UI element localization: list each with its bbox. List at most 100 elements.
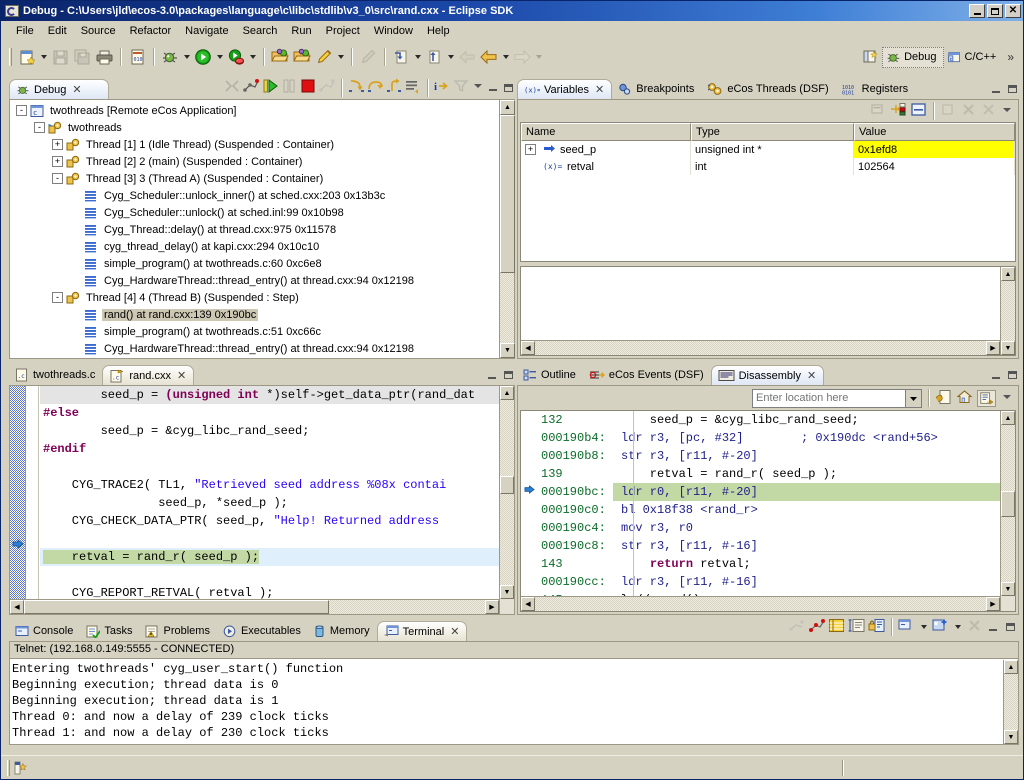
show-source-icon[interactable]	[935, 389, 952, 408]
toggle-command-input-icon[interactable]	[848, 618, 865, 636]
tab-variables-close-icon[interactable]: ✕	[595, 83, 604, 96]
scroll-track[interactable]	[1001, 281, 1015, 341]
disassembly-line[interactable]: 132 seed_p = &cyg_libc_rand_seed;	[521, 411, 1000, 429]
scroll-up-button[interactable]: ▲	[500, 100, 515, 115]
tab-rand-cxx[interactable]: .c rand.cxx ✕	[102, 365, 195, 385]
scroll-lock-icon[interactable]	[868, 618, 885, 636]
resume-icon[interactable]	[261, 78, 279, 97]
open-type-icon[interactable]	[291, 46, 313, 68]
scroll-up-button[interactable]: ▲	[1004, 660, 1018, 674]
perspective-cpp[interactable]: c C/C++	[944, 48, 1003, 67]
step-into-icon[interactable]	[347, 78, 365, 97]
menu-item-help[interactable]: Help	[420, 23, 457, 39]
tab-variables[interactable]: (x)= Variables ✕	[517, 79, 613, 99]
terminal-output[interactable]: Entering twothreads' cyg_user_start() fu…	[10, 660, 1003, 744]
editor-gutter[interactable]	[10, 386, 26, 614]
debug-tree-row[interactable]: - c twothreads [Remote eCos Application]	[12, 102, 499, 119]
maximize-button[interactable]	[987, 4, 1003, 18]
menu-item-window[interactable]: Window	[367, 23, 420, 39]
scroll-thumb[interactable]	[24, 600, 329, 614]
debug-tree-row[interactable]: simple_program() at twothreads.c:60 0xc6…	[12, 255, 499, 272]
settings-icon[interactable]	[828, 618, 845, 636]
link-with-debug-view-icon[interactable]	[977, 389, 996, 407]
debug-tree-vscrollbar[interactable]: ▲ ▼	[499, 100, 515, 358]
disassembly-line[interactable]: 000190c4: mov r3, r0	[521, 519, 1000, 537]
tab-outline[interactable]: Outline	[517, 365, 583, 385]
debug-tree-row[interactable]: cyg_thread_delay() at kapi.cxx:294 0x10c…	[12, 238, 499, 255]
view-menu-icon[interactable]	[1000, 103, 1014, 120]
scroll-thumb[interactable]	[500, 476, 514, 494]
variable-value-cell[interactable]: 102564	[854, 158, 1015, 175]
disassembly-line[interactable]: 000190c0: bl 0x18f38 <rand_r>	[521, 501, 1000, 519]
new-terminal-icon[interactable]	[898, 618, 915, 636]
variables-detail-pane[interactable]: ▲ ▼ ◀ ▶	[520, 266, 1016, 356]
scroll-down-button[interactable]: ▼	[1001, 341, 1015, 355]
table-row[interactable]: + seed_p unsigned int * 0x1efd8	[521, 141, 1015, 158]
run-dropdown[interactable]	[214, 46, 225, 68]
console-maximize[interactable]	[1003, 620, 1017, 634]
scroll-right-button[interactable]: ▶	[986, 597, 1000, 611]
tab-problems[interactable]: Problems	[139, 621, 216, 641]
tab-breakpoints[interactable]: Breakpoints	[612, 79, 701, 99]
close-button[interactable]: ✕	[1005, 4, 1021, 18]
run-icon[interactable]	[192, 46, 214, 68]
next-annotation-icon[interactable]	[390, 46, 412, 68]
code-line[interactable]	[40, 530, 499, 548]
disassembly-maximize[interactable]	[1005, 368, 1019, 382]
forward-back-icon[interactable]	[478, 46, 500, 68]
tab-debug-close-icon[interactable]: ✕	[72, 83, 81, 96]
menu-item-refactor[interactable]: Refactor	[123, 23, 179, 39]
editor-folding-ruler[interactable]	[27, 386, 39, 614]
expand-toggle-icon[interactable]: +	[52, 139, 63, 150]
code-line[interactable]: CYG_CHECK_DATA_PTR( seed_p, "Help! Retur…	[40, 512, 499, 530]
editor-code-area[interactable]: seed_p = (unsigned int *)self->get_data_…	[40, 386, 499, 599]
collapse-toggle-icon[interactable]: -	[16, 105, 27, 116]
forward-dropdown[interactable]	[533, 46, 544, 68]
menu-item-file[interactable]: File	[9, 23, 41, 39]
debug-tree-row[interactable]: Cyg_HardwareThread::thread_entry() at th…	[12, 340, 499, 357]
disassembly-minimize[interactable]	[989, 368, 1003, 382]
new-wizard-icon[interactable]	[16, 46, 38, 68]
scroll-left-button[interactable]: ◀	[10, 600, 24, 614]
debug-tree-row[interactable]: + Thread [1] 1 (Idle Thread) (Suspended :…	[12, 136, 499, 153]
tab-disassembly-close-icon[interactable]: ✕	[807, 369, 816, 382]
back-dropdown[interactable]	[500, 46, 511, 68]
disassembly-line[interactable]: 139 retval = rand_r( seed_p );	[521, 465, 1000, 483]
step-over-icon[interactable]	[366, 78, 384, 97]
tab-ecos-events[interactable]: eCos Events (DSF)	[583, 365, 711, 385]
menu-item-source[interactable]: Source	[74, 23, 123, 39]
terminate-icon[interactable]	[299, 78, 317, 97]
debug-icon[interactable]	[159, 46, 181, 68]
debug-tree[interactable]: - c twothreads [Remote eCos Application] - t…	[10, 100, 499, 358]
minimize-button[interactable]	[969, 4, 985, 18]
code-line[interactable]	[40, 566, 499, 584]
scroll-thumb[interactable]	[500, 115, 515, 273]
disassembly-hscrollbar[interactable]: ◀ ▶	[521, 596, 1000, 611]
statusbar-grip[interactable]	[7, 759, 10, 776]
remove-all-terminated-icon[interactable]	[242, 78, 260, 97]
tab-debug[interactable]: Debug ✕	[9, 79, 109, 99]
home-icon[interactable]	[956, 389, 973, 408]
scroll-up-button[interactable]: ▲	[1001, 411, 1015, 425]
debug-tree-row[interactable]: Cyg_HardwareThread::thread_entry() at th…	[12, 272, 499, 289]
tab-ecos-threads[interactable]: eCos Threads (DSF)	[701, 79, 835, 99]
debug-view-maximize[interactable]	[501, 81, 515, 95]
search-dropdown[interactable]	[335, 46, 346, 68]
scroll-up-button[interactable]: ▲	[500, 386, 514, 400]
drop-to-frame-icon[interactable]	[404, 78, 422, 97]
debug-tree-row[interactable]: Cyg_Scheduler::unlock_inner() at sched.c…	[12, 187, 499, 204]
code-line[interactable]	[40, 458, 499, 476]
profile-dropdown[interactable]	[247, 46, 258, 68]
open-element-icon[interactable]	[269, 46, 291, 68]
open-terminal-dropdown[interactable]	[952, 616, 963, 638]
print-icon[interactable]	[93, 46, 115, 68]
new-terminal-dropdown[interactable]	[918, 616, 929, 638]
show-logical-structure-icon[interactable]	[890, 102, 907, 120]
variable-value-cell[interactable]: 0x1efd8	[854, 141, 1015, 158]
scroll-down-button[interactable]: ▼	[500, 343, 515, 358]
scroll-down-button[interactable]: ▼	[500, 585, 514, 599]
scroll-down-button[interactable]: ▼	[1001, 582, 1015, 596]
collapse-toggle-icon[interactable]: -	[52, 292, 63, 303]
disassembly-vscrollbar[interactable]: ▲ ▼	[1000, 411, 1015, 611]
next-annotation-dropdown[interactable]	[412, 46, 423, 68]
